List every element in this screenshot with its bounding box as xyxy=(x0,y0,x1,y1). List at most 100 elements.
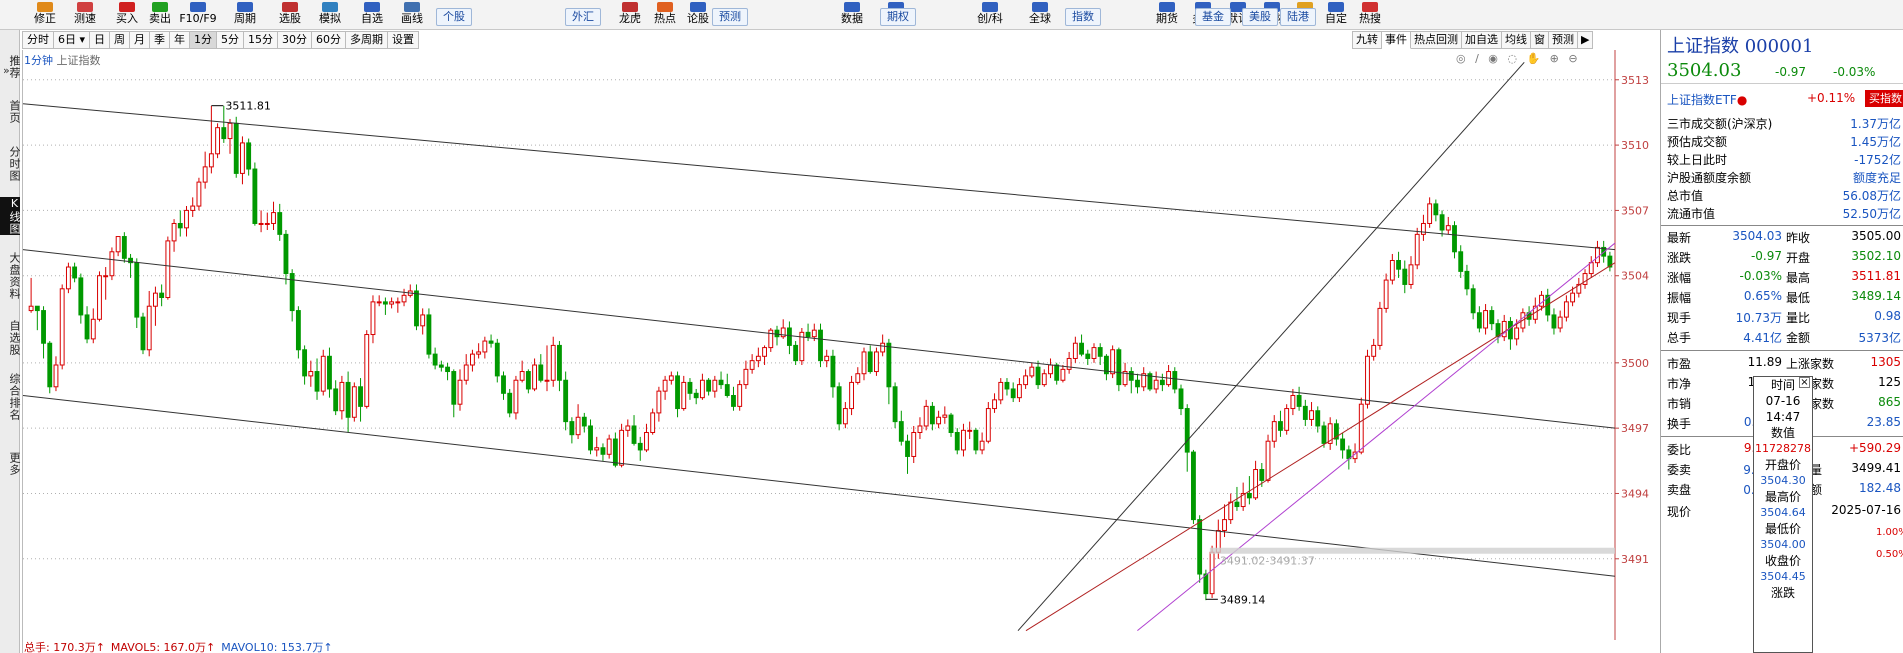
candle-body-80 xyxy=(525,371,531,390)
close-icon[interactable]: × xyxy=(1799,377,1810,388)
candle-body-33 xyxy=(233,122,239,174)
toolbar-icon xyxy=(404,2,420,12)
chart-tab-3[interactable]: 加自选 xyxy=(1462,31,1502,49)
toolbar-button-1[interactable]: 外汇 xyxy=(565,8,601,26)
candle-body-229 xyxy=(1452,225,1457,253)
candle-body-118 xyxy=(762,347,767,357)
toolbar-item-7[interactable]: 模拟 xyxy=(310,2,350,28)
toolbar-button-0[interactable]: 个股 xyxy=(436,8,472,26)
toolbar-item-1[interactable]: 测速 xyxy=(65,2,105,28)
turnover-row-5: 流通市值 52.50万亿 xyxy=(1661,204,1903,222)
candle-body-5 xyxy=(59,288,65,366)
chart-tab-4[interactable]: 均线 xyxy=(1502,31,1531,49)
toolbar-item-4[interactable]: F10/F9 xyxy=(178,2,218,28)
stat-value: 4.41亿 xyxy=(1743,331,1782,345)
chart-tab-5[interactable]: 窗 xyxy=(1531,31,1549,49)
period-tab-4[interactable]: 月 xyxy=(130,31,151,49)
candle-body-181 xyxy=(1153,379,1159,390)
toolbar-button-2[interactable]: 预测 xyxy=(712,8,748,26)
period-tab-3[interactable]: 周 xyxy=(110,31,131,49)
period-tab-12[interactable]: 多周期 xyxy=(346,31,389,49)
leftnav-item-0[interactable]: 推荐 xyxy=(0,55,21,79)
candle-body-30 xyxy=(215,127,221,155)
candle-body-60 xyxy=(401,294,407,303)
toolbar-item-8[interactable]: 自选 xyxy=(352,2,392,28)
etf-name[interactable]: 上证指数ETF● xyxy=(1667,91,1747,108)
market-value-2: 125 xyxy=(1878,375,1901,389)
period-tab-0[interactable]: 分时 xyxy=(22,31,54,49)
candle-body-96 xyxy=(625,425,631,431)
candle-body-153 xyxy=(979,440,985,451)
toolbar-item-13[interactable]: 数据 xyxy=(832,2,872,28)
candle-body-51 xyxy=(345,381,351,418)
toolbar-item-6[interactable]: 选股 xyxy=(270,2,310,28)
candle-body-238 xyxy=(1508,320,1513,340)
toolbar-button-7[interactable]: 陆港 xyxy=(1280,8,1316,26)
toolbar-button-6[interactable]: 美股 xyxy=(1242,8,1278,26)
candle-body-228 xyxy=(1445,225,1451,231)
market-value-2: 23.85 xyxy=(1866,415,1901,429)
period-tab-11[interactable]: 60分 xyxy=(312,31,347,49)
chart-tab-1[interactable]: 事件 xyxy=(1382,31,1411,49)
toolbar-button-3[interactable]: 期权 xyxy=(880,8,916,26)
toolbar-item-9[interactable]: 画线 xyxy=(392,2,432,28)
candle-body-226 xyxy=(1433,203,1439,216)
candle-body-198 xyxy=(1259,469,1265,481)
toolbar-button-5[interactable]: 基金 xyxy=(1195,8,1231,26)
leftnav-item-1[interactable]: 首页 xyxy=(0,100,21,124)
period-tab-10[interactable]: 30分 xyxy=(278,31,313,49)
period-tab-7[interactable]: 1分 xyxy=(190,31,218,49)
candle-body-167 xyxy=(1066,357,1072,370)
chart-tab-2[interactable]: 热点回测 xyxy=(1411,31,1462,49)
period-tab-13[interactable]: 设置 xyxy=(388,31,420,49)
toolbar-button-4[interactable]: 指数 xyxy=(1065,8,1101,26)
low-marker-label: 3489.14 xyxy=(1220,593,1266,606)
candle-body-92 xyxy=(600,447,606,455)
leftnav-item-4[interactable]: 大盘资料 xyxy=(0,252,21,300)
candle-body-188 xyxy=(1197,519,1203,575)
candle-body-11 xyxy=(97,275,102,320)
candle-body-174 xyxy=(1110,349,1116,375)
etf-dot-icon: ● xyxy=(1736,93,1748,107)
toolbar-item-5[interactable]: 周期 xyxy=(225,2,265,28)
toolbar-item-0[interactable]: 修正 xyxy=(25,2,65,28)
candle-body-0 xyxy=(28,305,34,312)
toolbar-icon xyxy=(982,2,998,12)
period-tab-5[interactable]: 季 xyxy=(150,31,171,49)
toolbar-item-3[interactable]: 卖出 xyxy=(140,2,180,28)
buy-index-button[interactable]: 买指数 xyxy=(1865,90,1903,107)
period-tab-1[interactable]: 6日 ▾ xyxy=(54,31,91,49)
candle-body-28 xyxy=(202,166,208,183)
leftnav-item-5[interactable]: 自选股 xyxy=(0,320,21,356)
toolbar-item-10[interactable]: 龙虎 xyxy=(610,2,650,28)
chart-tab-7[interactable]: ▶ xyxy=(1578,31,1594,49)
candle-body-123 xyxy=(793,344,799,362)
leftnav-item-3[interactable]: K线图 xyxy=(0,197,21,235)
chart-tab-0[interactable]: 九转 xyxy=(1352,31,1382,49)
leftnav-item-7[interactable]: 更多 xyxy=(0,452,21,476)
chart-tab-6[interactable]: 预测 xyxy=(1549,31,1578,49)
trendline-5 xyxy=(1137,242,1616,632)
toolbar-item-16[interactable]: 全球 xyxy=(1020,2,1060,28)
etf-row[interactable]: 上证指数ETF● +0.11% 买指数 xyxy=(1661,90,1903,108)
toolbar-item-17[interactable]: 期货 xyxy=(1147,2,1187,28)
index-name-text: 上证指数 xyxy=(1667,36,1739,57)
candle-body-107 xyxy=(693,392,699,399)
leftnav-item-6[interactable]: 综合排名 xyxy=(0,373,21,421)
candle-body-66 xyxy=(438,364,444,368)
candle-body-26 xyxy=(190,205,196,211)
toolbar-item-23[interactable]: 热搜 xyxy=(1350,2,1390,28)
candle-body-23 xyxy=(171,222,177,242)
candle-body-63 xyxy=(420,314,426,327)
period-tab-6[interactable]: 年 xyxy=(170,31,191,49)
period-tab-2[interactable]: 日 xyxy=(90,31,111,49)
period-tab-9[interactable]: 15分 xyxy=(244,31,279,49)
candle-body-4 xyxy=(53,364,59,388)
order-label: 委比 xyxy=(1667,443,1692,457)
period-tab-8[interactable]: 5分 xyxy=(217,31,245,49)
leftnav-item-2[interactable]: 分时图 xyxy=(0,146,21,182)
toolbar-item-15[interactable]: 创/科 xyxy=(970,2,1010,28)
toolbar-icon xyxy=(1362,2,1378,12)
kline-chart[interactable]: 3491 3494 3497 3500 3504 3507 3510 3513 3511.81 3… xyxy=(22,50,1659,640)
toolbar-icon xyxy=(152,2,168,12)
